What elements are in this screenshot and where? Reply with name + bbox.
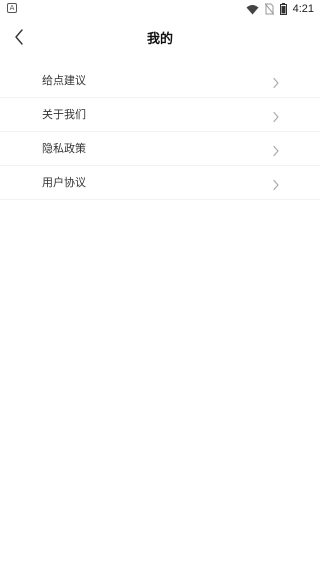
menu-item-label: 隐私政策: [42, 142, 86, 155]
menu-item-label: 关于我们: [42, 108, 86, 121]
status-bar: A 4:21: [0, 0, 320, 18]
chevron-right-icon: [272, 142, 280, 157]
page-title: 我的: [146, 32, 173, 47]
menu-item-label: 给点建议: [42, 74, 86, 87]
app-notification-icon: A: [7, 3, 17, 13]
menu-list: 给点建议 关于我们 隐私政策 用户协议: [0, 64, 320, 200]
no-sim-icon: [264, 3, 274, 15]
menu-item-user-agreement[interactable]: 用户协议: [0, 166, 320, 200]
menu-item-about[interactable]: 关于我们: [0, 98, 320, 132]
menu-item-feedback[interactable]: 给点建议: [0, 64, 320, 98]
chevron-right-icon: [272, 108, 280, 123]
status-icons: 4:21: [246, 2, 314, 16]
wifi-icon: [246, 4, 259, 15]
chevron-right-icon: [272, 176, 280, 191]
clock-time: 4:21: [292, 3, 314, 15]
header: 我的: [0, 18, 320, 58]
menu-item-label: 用户协议: [42, 176, 86, 189]
menu-item-privacy[interactable]: 隐私政策: [0, 132, 320, 166]
chevron-right-icon: [272, 74, 280, 89]
battery-icon: [279, 3, 287, 15]
